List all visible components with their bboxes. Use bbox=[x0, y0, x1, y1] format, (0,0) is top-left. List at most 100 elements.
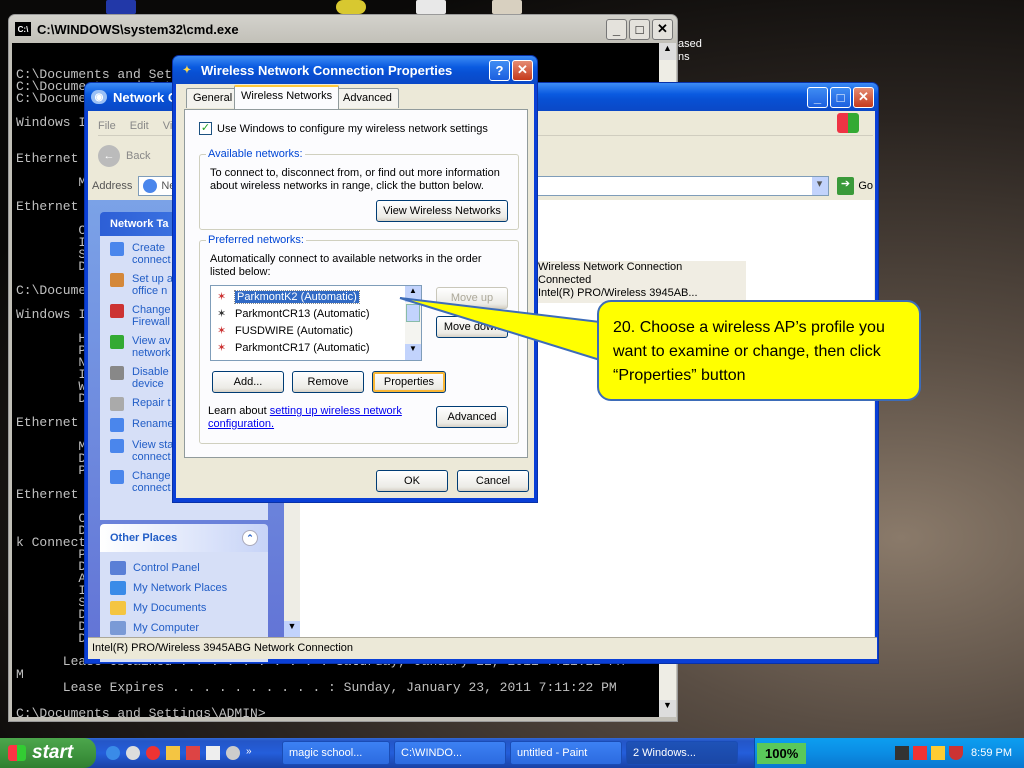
wireless-network-icon: ✦ bbox=[182, 64, 192, 76]
task-label[interactable]: Create connect bbox=[132, 242, 171, 266]
wireless-connection-item[interactable]: ((·)) Wireless Network Connection Connec… bbox=[498, 261, 746, 303]
go-button-label[interactable]: Go bbox=[858, 180, 873, 192]
firewall-icon bbox=[110, 304, 124, 318]
desktop-icon[interactable] bbox=[492, 0, 522, 14]
computer-icon bbox=[110, 621, 126, 635]
close-button[interactable]: ✕ bbox=[512, 59, 533, 81]
network-list-item[interactable]: ✶ ParkmontK2 (Automatic) bbox=[211, 288, 421, 305]
maximize-button[interactable]: □ bbox=[830, 86, 851, 108]
other-places-header[interactable]: Other Places ⌃ bbox=[100, 524, 268, 552]
rename-icon bbox=[110, 418, 124, 432]
chevron-icon[interactable]: » bbox=[246, 746, 252, 760]
scroll-up-arrow-icon[interactable]: ▲ bbox=[405, 286, 421, 302]
desktop-icon[interactable] bbox=[336, 0, 366, 14]
dialog-titlebar[interactable]: ✦ Wireless Network Connection Properties… bbox=[173, 56, 537, 84]
task-label-line: connect bbox=[132, 482, 171, 494]
move-up-button[interactable]: Move up bbox=[436, 287, 508, 309]
status-icon bbox=[110, 439, 124, 453]
tray-icon[interactable] bbox=[913, 746, 928, 760]
properties-button[interactable]: Properties bbox=[372, 371, 446, 393]
scroll-down-arrow-icon[interactable]: ▼ bbox=[405, 344, 421, 360]
taskbar-item[interactable]: magic school... bbox=[282, 741, 390, 765]
connection-status: Connected bbox=[538, 274, 592, 286]
wireless-profile-icon: ✶ bbox=[217, 325, 227, 337]
quick-launch-icon[interactable] bbox=[146, 746, 160, 760]
taskbar-item[interactable]: C:\WINDO... bbox=[394, 741, 506, 765]
help-button[interactable]: ? bbox=[489, 59, 510, 81]
task-label[interactable]: Rename bbox=[132, 418, 174, 430]
quick-launch-icon[interactable] bbox=[126, 746, 140, 760]
network-list-item[interactable]: ✶ ParkmontCR17 (Automatic) bbox=[211, 339, 421, 356]
clock[interactable]: 8:59 PM bbox=[971, 747, 1012, 759]
desktop-icon[interactable] bbox=[106, 0, 136, 14]
zoom-level[interactable]: 100% bbox=[757, 742, 807, 764]
maximize-button[interactable]: □ bbox=[629, 18, 650, 40]
go-arrow-icon[interactable]: ➔ bbox=[836, 177, 855, 195]
use-windows-checkbox[interactable]: ✓ bbox=[199, 122, 212, 135]
add-button[interactable]: Add... bbox=[212, 371, 284, 393]
tray-icon[interactable] bbox=[931, 746, 946, 760]
quick-launch: » bbox=[106, 746, 276, 760]
task-label[interactable]: Disable device bbox=[132, 366, 169, 390]
move-down-button[interactable]: Move down bbox=[436, 316, 508, 338]
cancel-button[interactable]: Cancel bbox=[457, 470, 529, 492]
cmd-titlebar[interactable]: C:\ C:\WINDOWS\system32\cmd.exe _ □ ✕ bbox=[9, 15, 677, 43]
task-label[interactable]: Set up a office n bbox=[132, 273, 173, 297]
folder-icon[interactable] bbox=[166, 746, 180, 760]
scroll-thumb[interactable] bbox=[406, 304, 420, 322]
close-button[interactable]: ✕ bbox=[652, 18, 673, 40]
wireless-properties-dialog[interactable]: ✦ Wireless Network Connection Properties… bbox=[172, 55, 538, 503]
create-connection-icon bbox=[110, 242, 124, 256]
ie-icon[interactable] bbox=[106, 746, 120, 760]
network-list-item[interactable]: ✶ ParkmontLP1 (Automatic) bbox=[211, 356, 421, 361]
preferred-networks-list[interactable]: ✶ ParkmontK2 (Automatic) ✶ ParkmontCR13 (Au… bbox=[210, 285, 422, 361]
network-name: ParkmontLP1 (Automatic) bbox=[235, 359, 361, 361]
advanced-button[interactable]: Advanced bbox=[436, 406, 508, 428]
menu-file[interactable]: File bbox=[98, 120, 116, 132]
tab-general[interactable]: General bbox=[186, 88, 240, 108]
task-label-line: Set up a bbox=[132, 273, 173, 285]
available-networks-label: Available networks: bbox=[206, 148, 305, 160]
close-button[interactable]: ✕ bbox=[853, 86, 874, 108]
ok-button[interactable]: OK bbox=[376, 470, 448, 492]
minimize-button[interactable]: _ bbox=[606, 18, 627, 40]
network-list-item[interactable]: ✶ ParkmontCR13 (Automatic) bbox=[211, 305, 421, 322]
desktop-icon[interactable] bbox=[416, 0, 446, 14]
network-places-icon bbox=[110, 581, 126, 595]
remove-button[interactable]: Remove bbox=[292, 371, 364, 393]
scroll-down-arrow-icon[interactable]: ▼ bbox=[659, 700, 676, 717]
network-list-item[interactable]: ✶ FUSDWIRE (Automatic) bbox=[211, 322, 421, 339]
network-list-items: ✶ ParkmontK2 (Automatic) ✶ ParkmontCR13 (Au… bbox=[211, 286, 421, 361]
connection-name: Wireless Network Connection bbox=[538, 261, 683, 273]
back-button-label[interactable]: Back bbox=[126, 150, 150, 162]
collapse-chevron-icon[interactable]: ⌃ bbox=[242, 530, 258, 546]
dropdown-arrow-icon[interactable]: ▾ bbox=[811, 177, 828, 195]
start-button[interactable]: start bbox=[0, 738, 96, 768]
place-item[interactable]: My Documents bbox=[110, 598, 258, 618]
taskbar-item[interactable]: untitled - Paint bbox=[510, 741, 622, 765]
view-wireless-networks-button[interactable]: View Wireless Networks bbox=[376, 200, 508, 222]
quick-launch-icon[interactable] bbox=[206, 746, 220, 760]
back-arrow-icon[interactable]: ← bbox=[98, 145, 120, 167]
quick-launch-icon[interactable] bbox=[186, 746, 200, 760]
task-label[interactable]: Change connect bbox=[132, 470, 171, 494]
quick-launch-icon[interactable] bbox=[226, 746, 240, 760]
shield-icon[interactable] bbox=[949, 746, 964, 760]
minimize-button[interactable]: _ bbox=[807, 86, 828, 108]
use-windows-option[interactable]: ✓ Use Windows to configure my wireless n… bbox=[199, 122, 488, 135]
task-label[interactable]: View av network bbox=[132, 335, 171, 359]
taskbar-item[interactable]: 2 Windows... bbox=[626, 741, 738, 765]
menu-edit[interactable]: Edit bbox=[130, 120, 149, 132]
place-item[interactable]: Control Panel bbox=[110, 558, 258, 578]
tab-wireless-networks[interactable]: Wireless Networks bbox=[234, 85, 340, 109]
tab-advanced[interactable]: Advanced bbox=[336, 88, 399, 108]
place-item[interactable]: My Computer bbox=[110, 618, 258, 638]
task-label[interactable]: Repair t bbox=[132, 397, 171, 409]
place-item[interactable]: My Network Places bbox=[110, 578, 258, 598]
tray-icon[interactable] bbox=[895, 746, 910, 760]
scroll-up-arrow-icon[interactable]: ▲ bbox=[659, 43, 676, 60]
list-scrollbar[interactable]: ▲ ▼ bbox=[405, 286, 421, 360]
task-label[interactable]: View sta connect bbox=[132, 439, 173, 463]
task-label[interactable]: Change Firewall bbox=[132, 304, 171, 328]
scroll-down-arrow-icon[interactable]: ▼ bbox=[284, 621, 300, 637]
